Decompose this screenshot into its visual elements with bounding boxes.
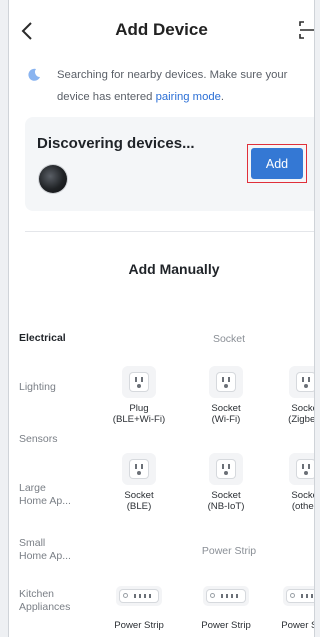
header: Add Device [9, 0, 314, 60]
socket-icon [289, 366, 314, 398]
section-socket-heading: Socket [212, 333, 246, 345]
device-tile-socket-wifi[interactable]: Socket (Wi-Fi) [191, 366, 261, 425]
category-electrical[interactable]: Electrical [19, 332, 89, 345]
device-label: Socket (other) [291, 490, 314, 512]
app-screen: Add Device Searching for nearby devices.… [8, 0, 315, 637]
device-label: Power Strip [281, 620, 314, 631]
add-button-highlight: Add [247, 144, 307, 183]
power-strip-icon [116, 586, 162, 606]
device-label: Socket (Wi-Fi) [211, 403, 241, 425]
searching-notice: Searching for nearby devices. Make sure … [27, 64, 314, 108]
add-button[interactable]: Add [251, 148, 303, 179]
power-strip-icon [283, 586, 314, 606]
socket-icon [289, 453, 314, 485]
socket-icon [122, 366, 156, 398]
device-label: Plug (BLE+Wi-Fi) [112, 403, 166, 425]
searching-text: Searching for nearby devices. Make sure … [27, 64, 314, 108]
category-kitchen-appliances[interactable]: Kitchen Appliances [19, 588, 89, 614]
searching-icon [28, 68, 40, 81]
device-tile-power-strip-3[interactable]: Power Strip [271, 580, 314, 631]
device-tile-power-strip-2[interactable]: Power Strip [191, 580, 261, 631]
device-tile-plug-ble-wifi[interactable]: Plug (BLE+Wi-Fi) [104, 366, 174, 425]
device-tile-socket-zigbee[interactable]: Socket (Zigbee) [271, 366, 315, 425]
device-label: Socket (NB-IoT) [207, 490, 245, 512]
socket-icon [209, 366, 243, 398]
device-tile-socket-nb-iot[interactable]: Socket (NB-IoT) [191, 453, 261, 512]
discovering-card: Discovering devices... Add [25, 117, 314, 211]
device-tile-power-strip-1[interactable]: Power Strip [104, 580, 174, 631]
socket-icon [209, 453, 243, 485]
category-sensors[interactable]: Sensors [19, 433, 89, 446]
category-large-home-appliances[interactable]: Large Home Ap... [19, 482, 89, 508]
socket-icon [122, 453, 156, 485]
category-small-home-appliances[interactable]: Small Home Ap... [19, 537, 89, 563]
device-label: Socket (BLE) [124, 490, 154, 512]
discovered-device-icon[interactable] [39, 165, 67, 193]
searching-suffix: . [220, 91, 225, 103]
device-tile-socket-other[interactable]: Socket (other) [271, 453, 314, 512]
scan-icon[interactable] [298, 19, 314, 41]
pairing-mode-link[interactable]: pairing mode [156, 91, 221, 103]
category-lighting[interactable]: Lighting [19, 381, 89, 394]
power-strip-icon [203, 586, 249, 606]
section-power-strip-heading: Power Strip [201, 545, 257, 557]
page-title: Add Device [115, 20, 208, 39]
device-label: Power Strip [201, 620, 251, 631]
device-label: Power Strip [114, 620, 164, 631]
add-manually-title: Add Manually [128, 261, 220, 277]
device-tile-socket-ble[interactable]: Socket (BLE) [104, 453, 174, 512]
device-label: Socket (Zigbee) [288, 403, 315, 425]
divider [25, 231, 314, 232]
discovering-title: Discovering devices... [37, 135, 195, 152]
